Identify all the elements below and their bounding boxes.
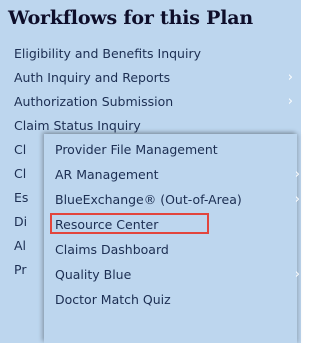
menu-item-label: Es: [14, 190, 29, 205]
submenu-item-label: Doctor Match Quiz: [55, 292, 171, 307]
menu-item-label: Pr: [14, 262, 27, 277]
menu-item-eligibility-benefits-inquiry[interactable]: Eligibility and Benefits Inquiry: [0, 42, 301, 66]
submenu-item-claims-dashboard[interactable]: Claims Dashboard: [44, 237, 297, 262]
menu-item-label: Eligibility and Benefits Inquiry: [14, 46, 201, 61]
submenu-item-label: BlueExchange® (Out-of-Area): [55, 192, 242, 207]
submenu-item-resource-center[interactable]: Resource Center: [44, 212, 297, 237]
submenu-list: Provider File Management AR Management ›…: [44, 134, 300, 312]
menu-item-auth-inquiry-reports[interactable]: Auth Inquiry and Reports ›: [0, 66, 301, 90]
submenu-item-quality-blue[interactable]: Quality Blue ›: [44, 262, 300, 287]
menu-item-label: Di: [14, 214, 28, 229]
menu-item-label: Auth Inquiry and Reports: [14, 70, 171, 85]
submenu-item-provider-file-management[interactable]: Provider File Management: [44, 137, 297, 162]
menu-item-label: Cl: [14, 142, 27, 157]
submenu-flyout: Provider File Management AR Management ›…: [44, 134, 300, 343]
panel-title: Workflows for this Plan: [8, 7, 253, 29]
menu-item-label: Cl: [14, 166, 27, 181]
submenu-item-label: Quality Blue: [55, 267, 132, 282]
menu-item-label: Authorization Submission: [14, 94, 174, 109]
chevron-right-icon: ›: [294, 192, 300, 207]
submenu-item-label: Provider File Management: [55, 142, 218, 157]
menu-item-label: Claim Status Inquiry: [14, 118, 141, 133]
chevron-right-icon: ›: [294, 267, 300, 282]
chevron-right-icon: ›: [287, 94, 293, 109]
submenu-item-ar-management[interactable]: AR Management ›: [44, 162, 300, 187]
submenu-item-blueexchange[interactable]: BlueExchange® (Out-of-Area) ›: [44, 187, 300, 212]
submenu-item-label: Claims Dashboard: [55, 242, 169, 257]
submenu-item-doctor-match-quiz[interactable]: Doctor Match Quiz: [44, 287, 297, 312]
submenu-item-label: AR Management: [55, 167, 159, 182]
chevron-right-icon: ›: [287, 70, 293, 85]
menu-item-authorization-submission[interactable]: Authorization Submission ›: [0, 90, 301, 114]
submenu-item-label: Resource Center: [55, 217, 159, 232]
chevron-right-icon: ›: [294, 167, 300, 182]
menu-item-label: Al: [14, 238, 27, 253]
